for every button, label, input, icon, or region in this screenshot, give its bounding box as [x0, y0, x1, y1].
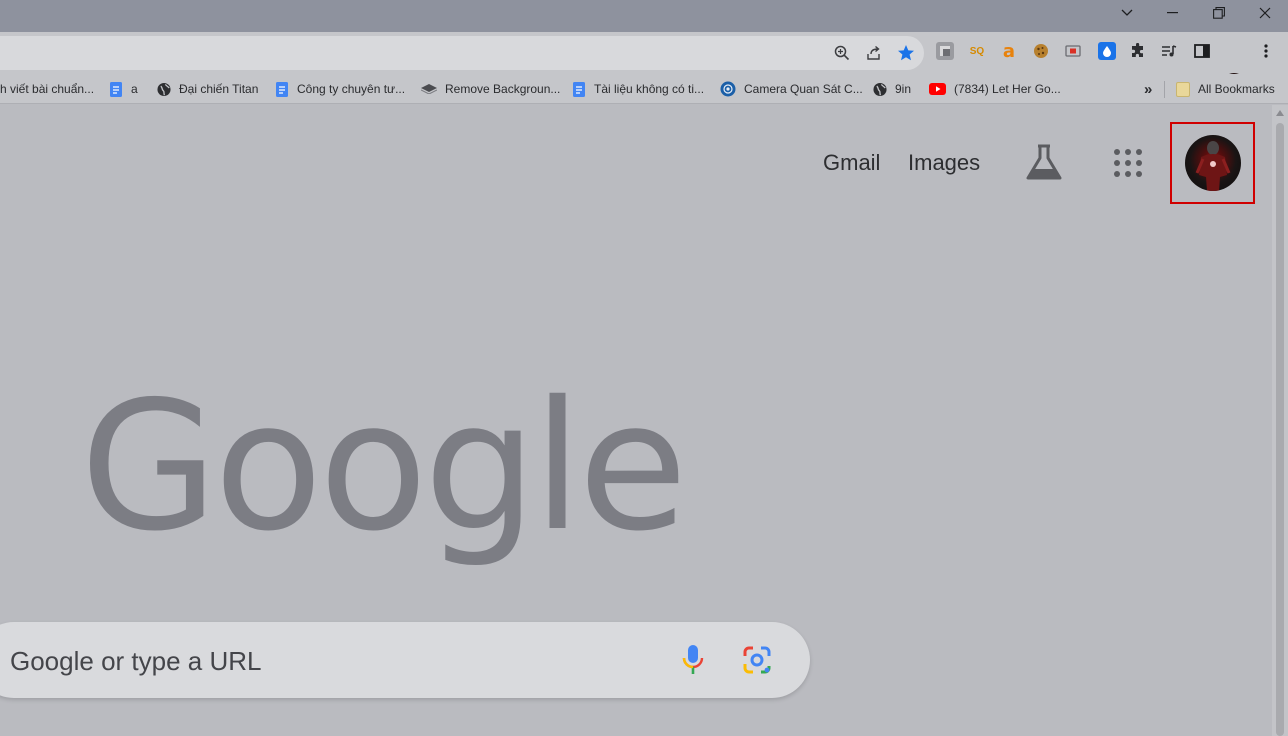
microphone-icon	[682, 645, 704, 674]
address-bar[interactable]	[0, 36, 924, 70]
all-bookmarks-label: All Bookmarks	[1198, 82, 1275, 96]
page-scrollbar[interactable]	[1272, 105, 1288, 736]
camera-site-icon	[720, 81, 736, 97]
bookmark-label: Đại chiến Titan	[179, 82, 259, 96]
bookmark-item[interactable]: Đại chiến Titan	[157, 80, 258, 98]
globe-icon	[157, 81, 171, 97]
bookmarks-overflow-button[interactable]: »	[1144, 80, 1152, 98]
chrome-menu-icon[interactable]	[1257, 42, 1275, 60]
extension-sq-icon[interactable]: SQ	[968, 42, 986, 60]
restore-icon	[1213, 7, 1225, 19]
bookmark-item[interactable]: Tài liệu không có ti...	[572, 80, 704, 98]
screen-recorder-extension-icon[interactable]	[1064, 42, 1082, 60]
lens-icon	[743, 646, 771, 674]
bookmark-label: 9in	[895, 82, 912, 96]
account-avatar[interactable]	[1185, 135, 1241, 191]
share-icon[interactable]	[864, 43, 884, 63]
cookie-extension-icon[interactable]	[1032, 42, 1050, 60]
bookmark-label: Camera Quan Sát C...	[744, 82, 863, 96]
close-window-button[interactable]	[1242, 0, 1288, 26]
gmail-link[interactable]: Gmail	[823, 150, 880, 176]
side-panel-icon[interactable]	[1193, 42, 1211, 60]
youtube-icon	[929, 81, 946, 97]
bookmark-star-icon[interactable]	[896, 43, 916, 63]
zoom-icon[interactable]	[832, 43, 852, 63]
extension-a-icon[interactable]: a	[1000, 41, 1018, 62]
all-bookmarks-button[interactable]: All Bookmarks	[1176, 80, 1275, 98]
images-link[interactable]: Images	[908, 150, 980, 176]
scroll-up-arrow-icon[interactable]	[1276, 110, 1284, 116]
bookmarks-divider	[1164, 81, 1165, 98]
google-lens-button[interactable]	[742, 646, 772, 679]
chevron-down-icon	[1121, 9, 1133, 16]
bookmark-item[interactable]: a	[109, 80, 138, 98]
labs-button[interactable]	[1024, 142, 1064, 182]
tab-search-button[interactable]	[1104, 0, 1150, 26]
removebg-icon	[421, 81, 437, 97]
bookmark-label: Tài liệu không có ti...	[594, 82, 705, 96]
highlighted-account-button[interactable]	[1170, 122, 1255, 204]
restore-button[interactable]	[1196, 0, 1242, 26]
media-control-icon[interactable]	[1160, 42, 1178, 60]
search-box[interactable]: Google or type a URL	[0, 622, 810, 698]
title-bar	[0, 0, 1288, 32]
extension-1-icon[interactable]	[936, 42, 954, 60]
bookmark-label: (7834) Let Her Go...	[954, 82, 1061, 96]
bookmark-item[interactable]: Công ty chuyên tư...	[275, 80, 405, 98]
bookmarks-bar: h viết bài chuẩn... a Đại chiến Titan Cô…	[0, 74, 1288, 104]
voice-search-button[interactable]	[682, 644, 704, 681]
google-logo: Google	[80, 363, 688, 570]
bookmark-item[interactable]: h viết bài chuẩn...	[0, 80, 94, 98]
search-input[interactable]: Google or type a URL	[10, 646, 261, 677]
bookmark-item[interactable]: (7834) Let Her Go...	[929, 80, 1061, 98]
folder-icon	[1176, 81, 1190, 97]
docs-icon	[572, 81, 586, 97]
docs-icon	[109, 81, 123, 97]
flask-icon	[1026, 144, 1062, 180]
scroll-thumb[interactable]	[1276, 123, 1284, 736]
bookmark-item[interactable]: Camera Quan Sát C...	[720, 80, 863, 98]
docs-icon	[275, 81, 289, 97]
bookmark-label: a	[131, 82, 138, 96]
close-icon	[1259, 7, 1271, 19]
extensions-puzzle-icon[interactable]	[1129, 42, 1147, 60]
bookmark-label: h viết bài chuẩn...	[0, 82, 95, 96]
bookmark-item[interactable]: Remove Backgroun...	[421, 80, 560, 98]
extension-badge-icon[interactable]	[1098, 42, 1116, 60]
minimize-button[interactable]	[1150, 0, 1196, 26]
bookmark-item[interactable]: 9in	[873, 80, 911, 98]
bookmark-label: Công ty chuyên tư...	[297, 82, 406, 96]
browser-toolbar: SQ a 0	[0, 32, 1288, 98]
bookmark-label: Remove Backgroun...	[445, 82, 561, 96]
minimize-icon	[1167, 12, 1178, 14]
globe-icon	[873, 81, 887, 97]
google-apps-button[interactable]	[1110, 146, 1146, 182]
avatar-figure-icon	[1195, 141, 1231, 191]
